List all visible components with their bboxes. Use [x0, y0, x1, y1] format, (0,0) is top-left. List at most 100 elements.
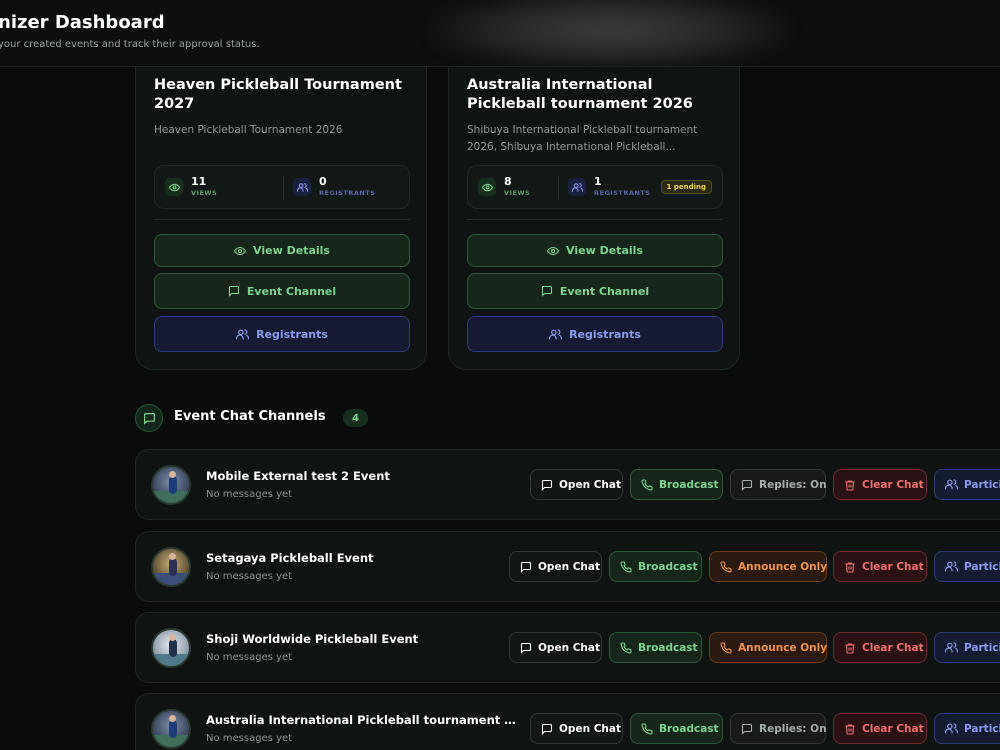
open-chat-button[interactable]: Open Chat [509, 632, 602, 663]
clear-chat-label: Clear Chat [862, 722, 924, 735]
open-chat-button[interactable]: Open Chat [530, 469, 623, 500]
channel-row: Shoji Worldwide Pickleball Event No mess… [135, 612, 1000, 683]
broadcast-button[interactable]: Broadcast [609, 632, 702, 663]
replies-toggle-button[interactable]: Replies: On [730, 469, 827, 500]
views-stat: 8 VIEWS [478, 166, 530, 208]
view-details-button[interactable]: View Details [154, 234, 410, 267]
avatar [151, 547, 191, 587]
channel-name: Setagaya Pickleball Event [206, 551, 374, 565]
avatar [151, 628, 191, 668]
broadcast-button[interactable]: Broadcast [630, 469, 723, 500]
pending-badge: 1 pending [660, 180, 712, 194]
users-icon [945, 479, 958, 490]
view-details-label: View Details [566, 244, 643, 257]
card-divider [154, 219, 410, 220]
channel-last-message: No messages yet [206, 733, 293, 744]
trash-icon [845, 723, 855, 735]
avatar [151, 709, 191, 749]
registrants-label: REGISTRANTS [594, 189, 651, 197]
channel-name: Shoji Worldwide Pickleball Event [206, 632, 419, 646]
announce-only-label: Announce Only [738, 641, 828, 654]
channel-last-message: No messages yet [206, 652, 293, 663]
broadcast-label: Broadcast [638, 560, 698, 573]
users-icon [293, 178, 311, 196]
participants-label: Participants [964, 641, 1000, 654]
users-icon [945, 642, 958, 653]
event-channel-button[interactable]: Event Channel [154, 273, 410, 309]
broadcast-button[interactable]: Broadcast [609, 551, 702, 582]
message-square-icon [741, 723, 753, 735]
registrants-label: REGISTRANTS [319, 189, 376, 197]
event-channel-label: Event Channel [559, 284, 650, 298]
open-chat-button[interactable]: Open Chat [530, 713, 623, 744]
views-count: 11 [191, 175, 207, 188]
view-details-button[interactable]: View Details [467, 234, 723, 267]
participants-button[interactable]: Participants [934, 632, 1000, 663]
participants-button[interactable]: Participants [934, 469, 1000, 500]
event-channel-label: Event Channel [246, 284, 337, 298]
phone-icon [641, 722, 653, 734]
announce-only-button[interactable]: Announce Only [709, 551, 827, 582]
clear-chat-button[interactable]: Clear Chat [833, 713, 927, 744]
open-chat-button[interactable]: Open Chat [509, 551, 602, 582]
open-chat-label: Open Chat [559, 722, 621, 735]
message-square-icon [135, 404, 163, 432]
participants-button[interactable]: Participants [934, 713, 1000, 744]
replies-toggle-button[interactable]: Replies: On [730, 713, 827, 744]
views-label: VIEWS [504, 189, 531, 197]
registrants-stat: 0 REGISTRANTS [293, 166, 375, 208]
card-divider [467, 219, 723, 220]
views-count: 8 [504, 175, 512, 188]
channel-count-badge: 4 [343, 409, 368, 427]
eye-icon [547, 246, 560, 255]
header-blur [430, 0, 790, 66]
message-square-icon [741, 479, 753, 491]
avatar [151, 465, 191, 505]
event-card: Heaven Pickleball Tournament 2027 Heaven… [135, 40, 427, 370]
registrants-stat: 1 REGISTRANTS [568, 166, 650, 208]
clear-chat-button[interactable]: Clear Chat [833, 551, 927, 582]
users-icon [945, 723, 958, 734]
registrants-button[interactable]: Registrants [467, 316, 723, 352]
eye-icon [234, 246, 247, 255]
page-subtitle: your created events and track their appr… [0, 39, 260, 50]
event-stats: 8 VIEWS 1 REGISTRANTS 1 pending [467, 165, 723, 209]
trash-icon [845, 479, 855, 491]
channel-row: Australia International Pickleball tourn… [135, 693, 1000, 750]
registrants-button-label: Registrants [256, 327, 328, 341]
broadcast-button[interactable]: Broadcast [630, 713, 723, 744]
trash-icon [845, 561, 855, 573]
phone-icon [620, 560, 632, 572]
broadcast-label: Broadcast [659, 478, 719, 491]
participants-label: Participants [964, 478, 1000, 491]
announce-only-button[interactable]: Announce Only [709, 632, 827, 663]
channel-name: Australia International Pickleball tourn… [206, 713, 516, 727]
phone-icon [720, 560, 732, 572]
page-title: nizer Dashboard [0, 12, 165, 33]
broadcast-label: Broadcast [659, 722, 719, 735]
broadcast-label: Broadcast [638, 641, 698, 654]
message-square-icon [228, 285, 239, 297]
replies-label: Replies: On [759, 478, 827, 491]
page-header: nizer Dashboard your created events and … [0, 0, 1000, 67]
clear-chat-label: Clear Chat [862, 560, 924, 573]
section-title: Event Chat Channels [174, 409, 326, 424]
event-card: Australia International Pickleball tourn… [448, 40, 740, 370]
replies-label: Replies: On [759, 722, 827, 735]
event-description: Shibuya International Pickleball tournam… [467, 124, 698, 153]
views-stat: 11 VIEWS [165, 166, 217, 208]
channel-row: Mobile External test 2 Event No messages… [135, 449, 1000, 520]
open-chat-label: Open Chat [538, 641, 600, 654]
clear-chat-button[interactable]: Clear Chat [833, 632, 927, 663]
stat-divider [558, 176, 559, 200]
event-channel-button[interactable]: Event Channel [467, 273, 723, 309]
message-square-icon [541, 479, 553, 491]
open-chat-label: Open Chat [559, 478, 621, 491]
eye-icon [165, 178, 183, 196]
clear-chat-button[interactable]: Clear Chat [833, 469, 927, 500]
registrants-button[interactable]: Registrants [154, 316, 410, 352]
participants-label: Participants [964, 560, 1000, 573]
announce-only-label: Announce Only [738, 560, 828, 573]
message-square-icon [520, 561, 532, 573]
participants-button[interactable]: Participants [934, 551, 1000, 582]
